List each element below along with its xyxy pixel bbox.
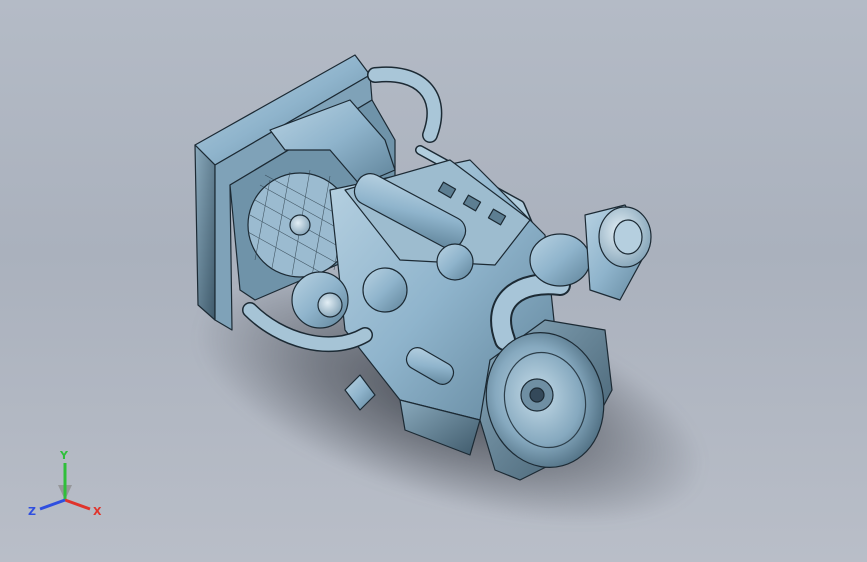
turbocharger <box>529 233 591 287</box>
engine-mount-foot <box>344 374 376 411</box>
y-axis-label: Y <box>59 449 69 462</box>
thermostat-housing <box>436 243 474 281</box>
x-axis-arrow <box>64 498 91 511</box>
orientation-triad: Y X Z <box>28 449 102 518</box>
alternator-pulley <box>317 292 343 318</box>
z-axis-label: Z <box>28 505 36 518</box>
air-filter-cap-center <box>613 219 643 255</box>
z-axis-arrow <box>39 498 66 511</box>
fan-hub <box>289 214 311 236</box>
water-pump <box>362 267 408 313</box>
crankshaft-bore <box>529 387 545 403</box>
graphics-viewport[interactable]: Y X Z <box>0 0 867 562</box>
engine-3d-model[interactable] <box>0 0 867 562</box>
radiator-side-panel <box>194 144 216 321</box>
x-axis-label: X <box>93 505 102 518</box>
